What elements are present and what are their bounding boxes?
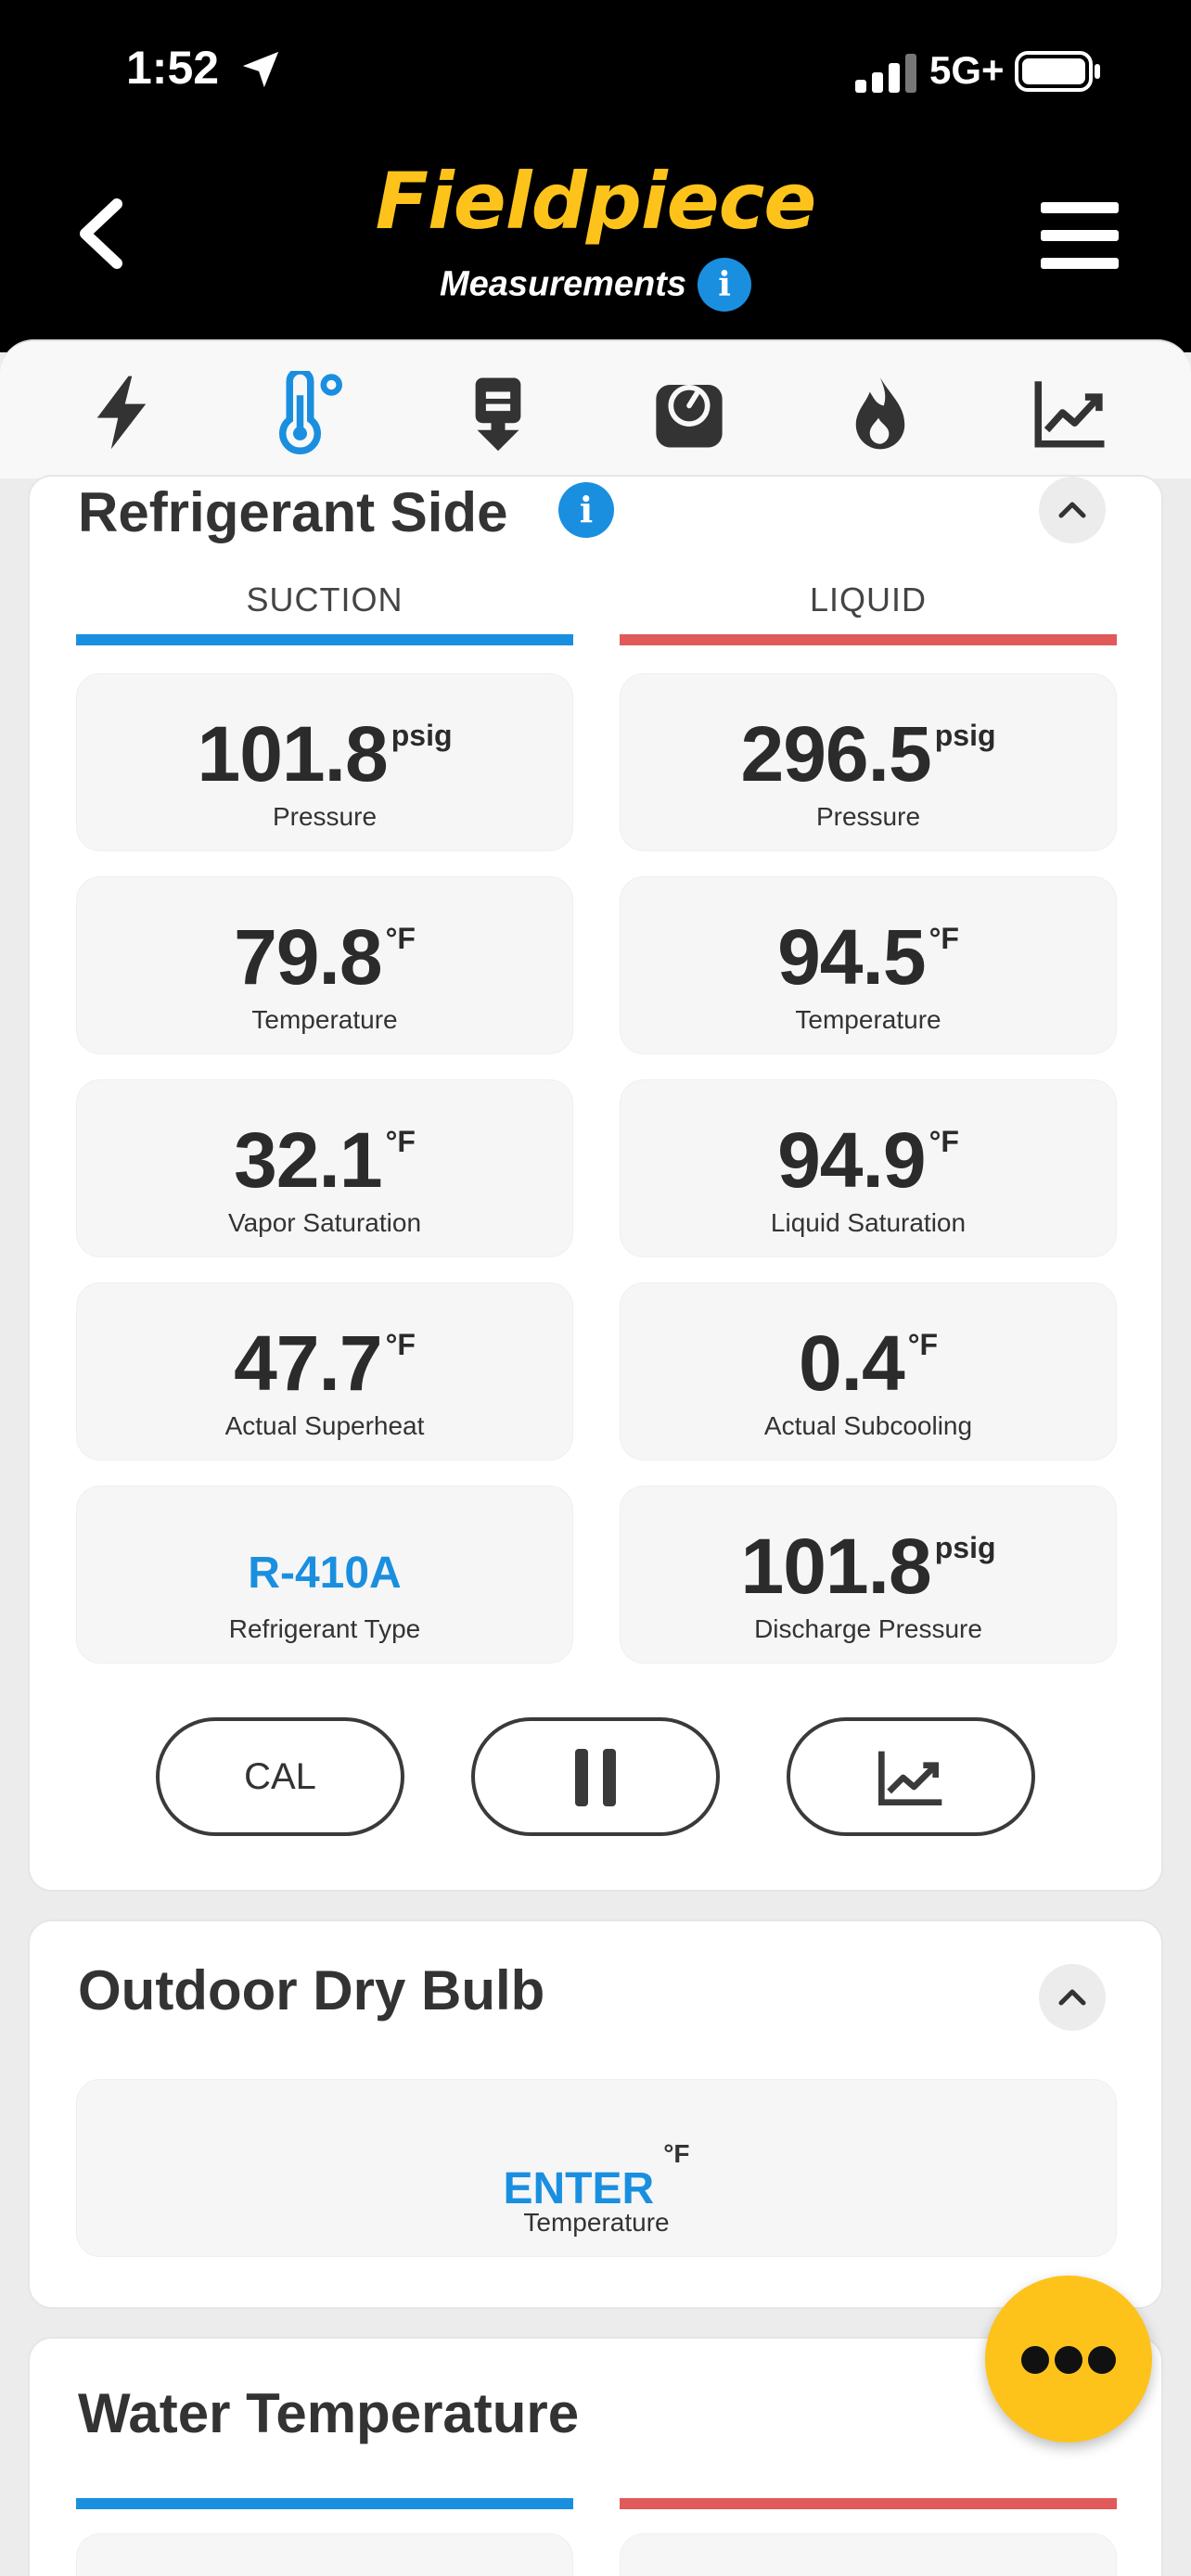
cellular-signal-icon bbox=[855, 54, 916, 93]
unit-label: °F bbox=[663, 2139, 690, 2168]
water-tile[interactable] bbox=[620, 2533, 1117, 2576]
download-device-icon bbox=[475, 377, 521, 452]
section-title: Refrigerant Side bbox=[78, 481, 508, 543]
actual-superheat-tile[interactable]: 47.7 °F Actual Superheat bbox=[76, 1282, 573, 1460]
outdoor-dry-bulb-card: Outdoor Dry Bulb ENTER °F Temperature bbox=[28, 1919, 1163, 2309]
reading-label: Discharge Pressure bbox=[754, 1614, 982, 1643]
trend-chart-icon bbox=[1034, 381, 1105, 448]
collapse-button[interactable] bbox=[1039, 477, 1106, 543]
cal-button[interactable]: CAL bbox=[156, 1717, 404, 1836]
reading-label: Actual Subcooling bbox=[763, 1411, 973, 1440]
reading-label: Pressure bbox=[272, 802, 378, 831]
suction-temperature-tile[interactable]: 79.8 °F Temperature bbox=[76, 876, 573, 1054]
enter-value-link[interactable]: ENTER bbox=[504, 2164, 655, 2213]
discharge-pressure-tile[interactable]: 101.8 psig Discharge Pressure bbox=[620, 1486, 1117, 1664]
page-subtitle: Measurements bbox=[439, 264, 687, 304]
reading-value: 101.8 psig bbox=[740, 1523, 996, 1610]
liquid-temperature-tile[interactable]: 94.5 °F Temperature bbox=[620, 876, 1117, 1054]
tab-electrical[interactable] bbox=[80, 371, 163, 454]
flame-icon bbox=[855, 377, 905, 450]
reading-value: 0.4 °F bbox=[798, 1320, 939, 1407]
collapse-button[interactable] bbox=[1039, 1964, 1106, 2031]
pause-button[interactable] bbox=[471, 1717, 720, 1836]
page-subtitle-row: Measurements i bbox=[0, 258, 1191, 312]
pause-icon bbox=[575, 1749, 616, 1806]
app-header: 1:52 5G+ Fieldpiece Measurements i bbox=[0, 0, 1191, 352]
measurement-tab-bar bbox=[0, 339, 1191, 478]
section-title: Water Temperature bbox=[78, 2382, 580, 2444]
return-column-bar bbox=[620, 2498, 1117, 2509]
outdoor-temperature-tile[interactable]: ENTER °F Temperature bbox=[76, 2079, 1117, 2257]
location-arrow-icon bbox=[242, 51, 279, 88]
reading-value: 101.8 psig bbox=[197, 710, 453, 797]
actual-subcooling-tile[interactable]: 0.4 °F Actual Subcooling bbox=[620, 1282, 1117, 1460]
more-options-button[interactable] bbox=[985, 2276, 1152, 2442]
vapor-saturation-tile[interactable]: 32.1 °F Vapor Saturation bbox=[76, 1079, 573, 1257]
battery-icon bbox=[1015, 51, 1100, 92]
status-time: 1:52 bbox=[126, 42, 220, 94]
suction-pressure-tile[interactable]: 101.8 psig Pressure bbox=[76, 673, 573, 851]
liquid-pressure-tile[interactable]: 296.5 psig Pressure bbox=[620, 673, 1117, 851]
liquid-saturation-tile[interactable]: 94.9 °F Liquid Saturation bbox=[620, 1079, 1117, 1257]
liquid-column-header: LIQUID bbox=[809, 580, 928, 618]
reading-value: 47.7 °F bbox=[234, 1320, 416, 1407]
refrigerant-side-card: Refrigerant Side i SUCTION LIQUID 101.8 p… bbox=[28, 475, 1163, 1892]
reading-value: ENTER °F bbox=[77, 2139, 1116, 2214]
chevron-up-icon bbox=[1058, 502, 1086, 518]
thermometer-icon bbox=[279, 367, 342, 454]
reading-label: Actual Superheat bbox=[224, 1411, 425, 1440]
reading-value: 94.5 °F bbox=[777, 913, 959, 1001]
tab-graph[interactable] bbox=[1028, 371, 1111, 454]
suction-column-header: SUCTION bbox=[246, 580, 403, 618]
brand-logo: Fieldpiece bbox=[375, 156, 817, 247]
reading-label: Temperature bbox=[523, 2208, 670, 2237]
water-tile[interactable] bbox=[76, 2533, 573, 2576]
reading-label: Temperature bbox=[251, 1005, 398, 1034]
trend-chart-icon bbox=[878, 1751, 942, 1805]
suction-column-bar bbox=[76, 634, 573, 645]
reading-label: Refrigerant Type bbox=[228, 1614, 421, 1643]
refrigerant-type-value: R-410A bbox=[248, 1549, 402, 1598]
more-dots-icon bbox=[1021, 2346, 1049, 2374]
tab-combustion[interactable] bbox=[839, 371, 922, 454]
reading-label: Pressure bbox=[815, 802, 921, 831]
tab-gauge[interactable] bbox=[647, 371, 731, 454]
liquid-column-bar bbox=[620, 634, 1117, 645]
gauge-icon bbox=[656, 385, 723, 448]
tab-airflow[interactable] bbox=[456, 371, 540, 454]
reading-value: 32.1 °F bbox=[234, 1116, 416, 1204]
reading-label: Vapor Saturation bbox=[227, 1208, 422, 1237]
reading-label: Liquid Saturation bbox=[770, 1208, 967, 1237]
hamburger-menu-icon[interactable] bbox=[1041, 202, 1119, 269]
chevron-up-icon bbox=[1058, 1989, 1086, 2006]
reading-label: Temperature bbox=[795, 1005, 941, 1034]
info-icon[interactable]: i bbox=[698, 258, 752, 312]
graph-button[interactable] bbox=[787, 1717, 1035, 1836]
reading-value: 94.9 °F bbox=[777, 1116, 959, 1204]
reading-value: 296.5 psig bbox=[740, 710, 996, 797]
lightning-bolt-icon bbox=[96, 376, 147, 450]
section-title: Outdoor Dry Bulb bbox=[78, 1959, 545, 2021]
network-type: 5G+ bbox=[929, 48, 1005, 92]
tab-temperature[interactable] bbox=[265, 367, 349, 454]
info-icon[interactable]: i bbox=[558, 482, 614, 538]
supply-column-bar bbox=[76, 2498, 573, 2509]
reading-value: 79.8 °F bbox=[234, 913, 416, 1001]
refrigerant-type-tile[interactable]: R-410A Refrigerant Type bbox=[76, 1486, 573, 1664]
cal-label: CAL bbox=[244, 1756, 316, 1797]
